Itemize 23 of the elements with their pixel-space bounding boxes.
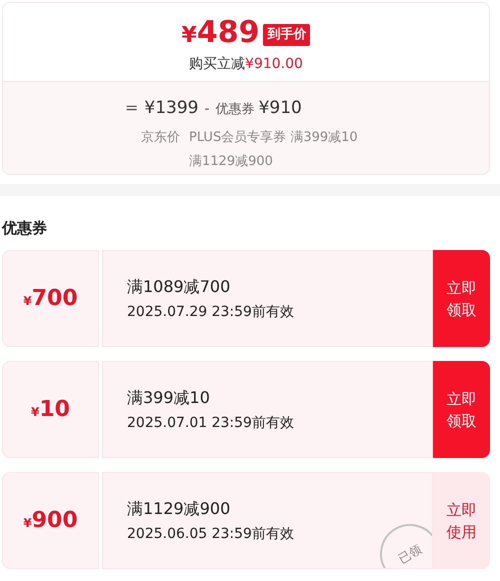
base-price: ¥1399 bbox=[144, 97, 198, 120]
coupon-action-button[interactable]: 立即使用 bbox=[433, 472, 490, 569]
coupon-action-button[interactable]: 立即领取 bbox=[433, 250, 490, 347]
saving-text: 购买立减¥910.00 bbox=[189, 55, 303, 74]
coupon-caption: PLUS会员专享券 满399减10 bbox=[189, 128, 358, 146]
coupon-condition: 满1129减900 bbox=[127, 498, 232, 520]
price-badge: 到手价 bbox=[263, 24, 310, 46]
equals-sign: = bbox=[125, 97, 138, 119]
coupon-amount: ¥10 bbox=[31, 396, 70, 424]
coupon-caption: 满1129减900 bbox=[189, 152, 274, 170]
coupon-deduction: 优惠券 ¥910 bbox=[216, 97, 302, 120]
section-title: 优惠券 bbox=[0, 218, 48, 238]
price-text: ¥489 bbox=[182, 15, 260, 52]
coupon-condition: 满399减10 bbox=[127, 386, 211, 408]
coupon-amount: ¥900 bbox=[23, 507, 78, 535]
minus-sign: - bbox=[204, 100, 210, 119]
coupon-amount: ¥700 bbox=[23, 285, 78, 313]
coupon-validity: 2025.07.01 23:59前有效 bbox=[127, 414, 295, 432]
coupon-validity: 2025.07.29 23:59前有效 bbox=[127, 302, 295, 322]
coupon-condition: 满1089减700 bbox=[127, 276, 232, 298]
coupon-validity: 2025.06.05 23:59前有效 bbox=[127, 524, 295, 544]
price-caption: 京东价 bbox=[140, 128, 181, 146]
coupon-action-button[interactable]: 立即领取 bbox=[433, 361, 490, 458]
